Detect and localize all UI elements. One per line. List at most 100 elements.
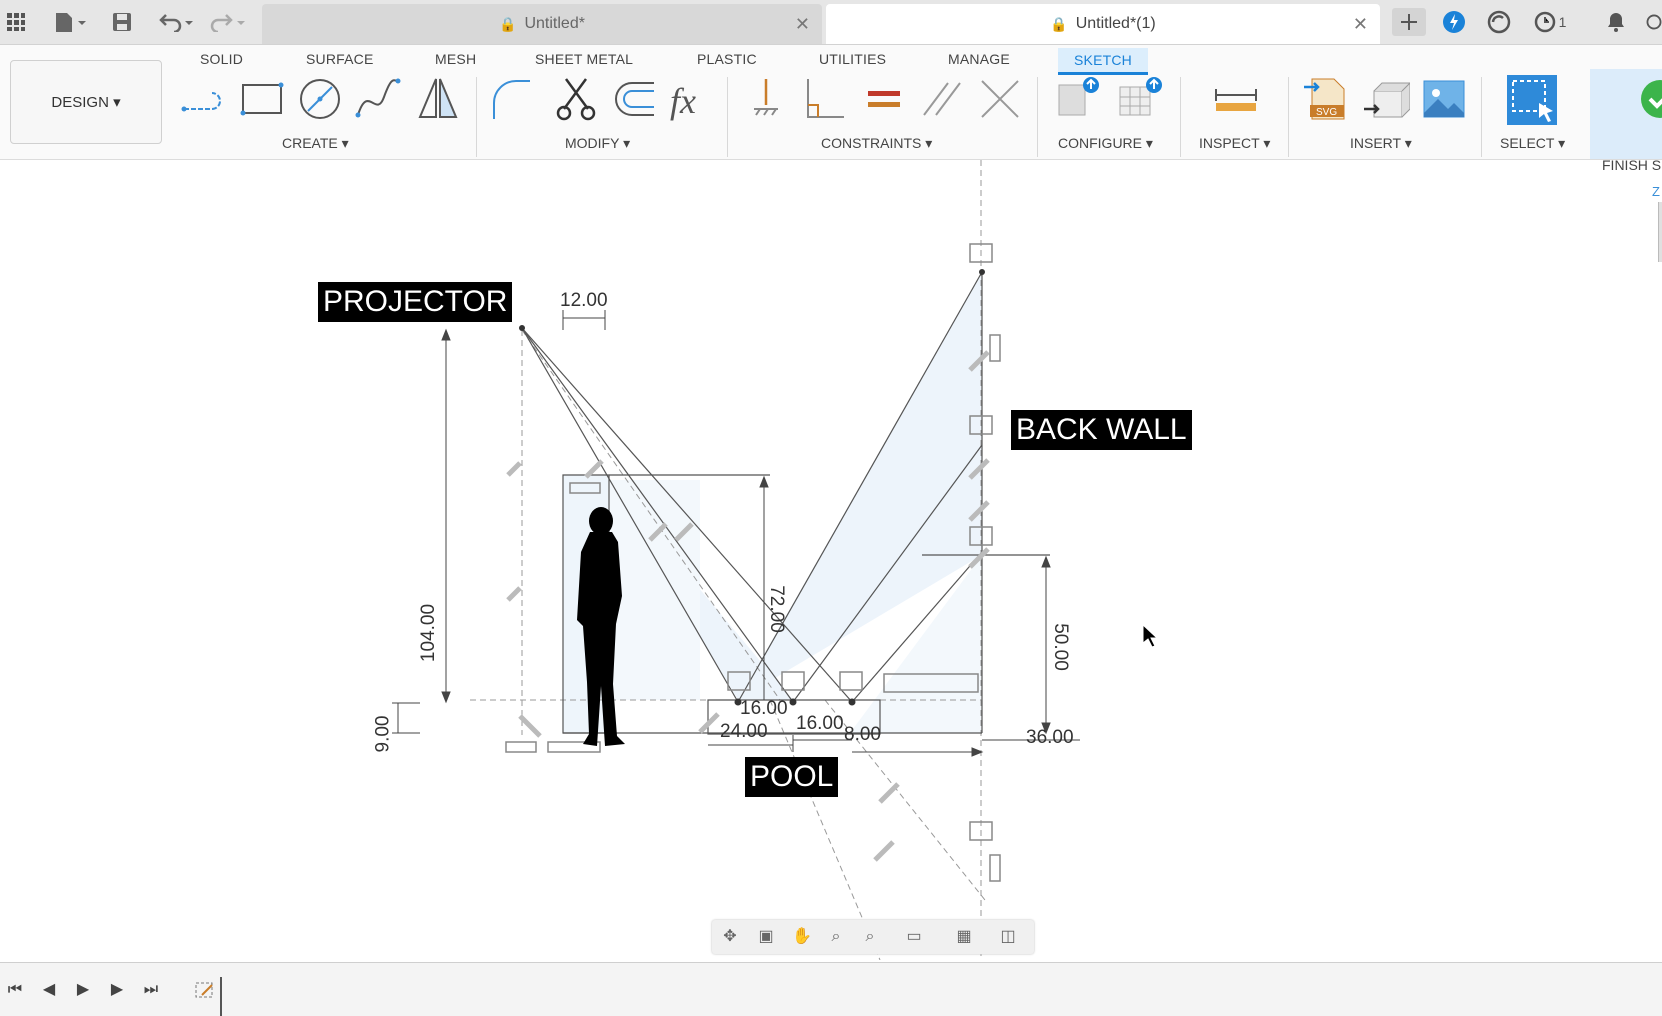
- previous-frame-icon[interactable]: ◀: [38, 979, 60, 1001]
- zoom-icon[interactable]: ⌕: [826, 927, 846, 947]
- constraints-menu[interactable]: CONSTRAINTS ▾: [821, 135, 932, 152]
- fix-constraint-icon[interactable]: [742, 75, 790, 123]
- tab-solid[interactable]: SOLID: [200, 51, 243, 67]
- floor-region: [608, 480, 700, 700]
- offset-tool-icon[interactable]: [610, 75, 658, 123]
- tab-sheet-metal[interactable]: SHEET METAL: [535, 51, 633, 67]
- dimension-16-lower[interactable]: 16.00: [796, 713, 844, 735]
- jobs-count: 1: [1558, 14, 1567, 30]
- file-icon[interactable]: [48, 8, 92, 36]
- configure-menu[interactable]: CONFIGURE ▾: [1058, 135, 1153, 152]
- display-settings-icon[interactable]: ▭: [904, 927, 924, 947]
- sketch-geometry: [392, 160, 1080, 960]
- equal-constraint-icon[interactable]: [860, 75, 908, 123]
- create-menu[interactable]: CREATE ▾: [282, 135, 349, 152]
- mirror-tool-icon[interactable]: [414, 75, 462, 123]
- configure-table-icon[interactable]: [1055, 75, 1103, 123]
- spline-tool-icon[interactable]: [354, 75, 402, 123]
- dimension-104[interactable]: 104.00: [418, 604, 440, 662]
- configure-rule-icon[interactable]: [1116, 75, 1164, 123]
- tab-mesh[interactable]: MESH: [435, 51, 476, 67]
- mouse-cursor-icon: [1142, 624, 1158, 648]
- zoom-window-icon[interactable]: ⌕: [860, 927, 880, 947]
- pool-label: POOL: [745, 757, 839, 797]
- fillet-tool-icon[interactable]: [488, 75, 536, 123]
- extension-icon[interactable]: [1440, 8, 1468, 36]
- dimension-72[interactable]: 72.00: [765, 585, 787, 633]
- svg-text:SVG: SVG: [1316, 107, 1337, 118]
- insert-svg-icon[interactable]: SVG: [1302, 75, 1350, 123]
- parallel-constraint-icon[interactable]: [918, 75, 966, 123]
- last-frame-icon[interactable]: ⏭: [140, 979, 162, 1001]
- select-menu[interactable]: SELECT ▾: [1500, 135, 1565, 152]
- viewcube-z-axis: Z: [1652, 184, 1660, 199]
- group-separator: [1037, 77, 1038, 157]
- tab-plastic[interactable]: PLASTIC: [697, 51, 757, 67]
- bell-icon[interactable]: [1602, 8, 1630, 36]
- tab-sketch[interactable]: SKETCH: [1058, 48, 1148, 75]
- insert-canvas-icon[interactable]: [1420, 75, 1468, 123]
- insert-menu[interactable]: INSERT ▾: [1350, 135, 1412, 152]
- look-at-icon[interactable]: ▣: [756, 927, 776, 947]
- measure-icon[interactable]: [1212, 75, 1260, 123]
- play-icon[interactable]: ▶: [72, 979, 94, 1001]
- lock-icon: 🔒: [499, 15, 517, 32]
- design-workspace-button[interactable]: DESIGN ▾: [10, 60, 162, 144]
- sketch-canvas[interactable]: 12.00 104.00 72.00 9.00 50.00 16.00 24.0…: [0, 160, 1662, 960]
- orbit-icon[interactable]: ✥: [720, 927, 740, 947]
- close-icon[interactable]: ✕: [795, 14, 810, 35]
- group-separator: [727, 77, 728, 157]
- insert-mesh-icon[interactable]: [1362, 75, 1410, 123]
- inspect-menu[interactable]: INSPECT ▾: [1199, 135, 1270, 152]
- viewcube-face: [1658, 202, 1662, 262]
- dimension-8[interactable]: 8.00: [844, 724, 881, 746]
- undo-icon[interactable]: [156, 8, 196, 36]
- circle-tool-icon[interactable]: [296, 75, 344, 123]
- projector-label: PROJECTOR: [318, 282, 513, 322]
- dimension-24[interactable]: 24.00: [720, 721, 768, 743]
- group-separator: [1481, 77, 1482, 157]
- svg-text:fx: fx: [670, 81, 696, 121]
- dimension-9[interactable]: 9.00: [372, 716, 394, 753]
- close-icon[interactable]: ✕: [1353, 14, 1368, 35]
- line-tool-icon[interactable]: [180, 75, 228, 123]
- dimension-16-upper[interactable]: 16.00: [740, 698, 788, 720]
- viewcube[interactable]: Z: [1648, 184, 1662, 264]
- back-wall-label: BACK WALL: [1011, 410, 1192, 450]
- save-icon[interactable]: [108, 8, 136, 36]
- redo-icon[interactable]: [208, 8, 248, 36]
- tab-utilities[interactable]: UTILITIES: [819, 51, 886, 67]
- timeline-marker[interactable]: [220, 977, 222, 1016]
- group-separator: [1180, 77, 1181, 157]
- perpendicular-constraint-icon[interactable]: [800, 75, 848, 123]
- tangent-constraint-icon[interactable]: [976, 75, 1024, 123]
- rectangle-tool-icon[interactable]: [238, 75, 286, 123]
- grid-icon[interactable]: [2, 8, 30, 36]
- grid-settings-icon[interactable]: ▦: [954, 927, 974, 947]
- sketch-feature-icon[interactable]: [194, 979, 216, 1001]
- dimension-12[interactable]: 12.00: [560, 290, 608, 312]
- trim-scissors-icon[interactable]: [552, 75, 600, 123]
- next-frame-icon[interactable]: ▶: [106, 979, 128, 1001]
- document-tab-active[interactable]: 🔒 Untitled*(1) ✕: [826, 4, 1380, 44]
- dimension-36[interactable]: 36.00: [1026, 727, 1074, 749]
- tab-title: Untitled*(1): [1075, 15, 1156, 32]
- parameters-fx-icon[interactable]: fx: [668, 75, 716, 123]
- online-icon[interactable]: [1485, 8, 1513, 36]
- clock-icon[interactable]: 1: [1530, 8, 1570, 36]
- modify-menu[interactable]: MODIFY ▾: [565, 135, 630, 152]
- tab-surface[interactable]: SURFACE: [306, 51, 374, 67]
- document-tab-bar: 🔒 Untitled* ✕ 🔒 Untitled*(1) ✕ 1: [0, 0, 1662, 45]
- pan-icon[interactable]: ✋: [792, 927, 812, 947]
- help-icon[interactable]: [1646, 8, 1662, 36]
- select-icon[interactable]: [1505, 73, 1559, 127]
- finish-sketch-button[interactable]: FINISH S: [1590, 69, 1662, 173]
- plus-icon[interactable]: [1392, 8, 1426, 36]
- checkmark-icon: [1641, 80, 1662, 118]
- dimension-50[interactable]: 50.00: [1049, 623, 1071, 671]
- document-tab-inactive[interactable]: 🔒 Untitled* ✕: [262, 4, 822, 44]
- first-frame-icon[interactable]: ⏮: [4, 979, 26, 1001]
- viewports-icon[interactable]: ◫: [998, 927, 1018, 947]
- tab-manage[interactable]: MANAGE: [948, 51, 1010, 67]
- ribbon-toolbar: SOLID SURFACE MESH SHEET METAL PLASTIC U…: [0, 45, 1662, 173]
